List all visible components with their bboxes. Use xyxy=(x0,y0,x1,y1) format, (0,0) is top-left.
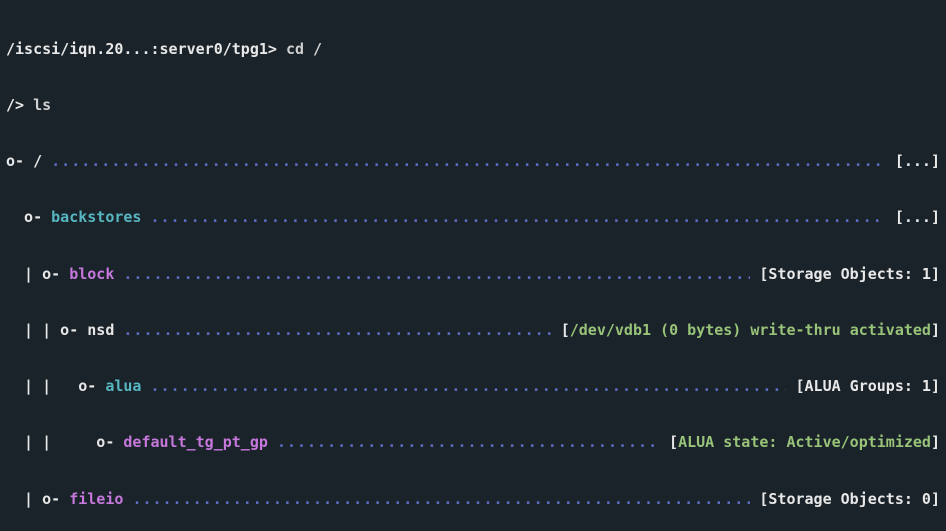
tree-prefix: | | o- xyxy=(6,377,105,396)
tree-info: [Storage Objects: 0] xyxy=(750,490,940,509)
tree-row-fileio: | o- fileio ............................… xyxy=(6,490,940,509)
tree-label: / xyxy=(33,152,51,171)
tree-info: [ xyxy=(660,433,678,452)
tree-info: [...] xyxy=(886,208,940,227)
tree-prefix: | o- xyxy=(6,265,69,284)
tree-info-status: ALUA state: Active/optimized xyxy=(678,433,931,452)
tree-info: [ALUA Groups: 1] xyxy=(786,377,940,396)
tree-prefix: o- xyxy=(6,208,51,227)
prompt-path: /> xyxy=(6,96,24,115)
tree-row-nsd: | | o- nsd .............................… xyxy=(6,321,940,340)
tree-row-block: | o- block .............................… xyxy=(6,265,940,284)
tree-label: nsd xyxy=(87,321,123,340)
tree-prefix: | o- xyxy=(6,490,69,509)
tree-info-close: ] xyxy=(931,321,940,340)
prompt-path: /iscsi/iqn.20...:server0/tpg1> xyxy=(6,40,277,59)
prompt-line-1: /iscsi/iqn.20...:server0/tpg1> cd / xyxy=(6,40,940,59)
tree-row-alua: | | o- alua ............................… xyxy=(6,377,940,396)
tree-label: backstores xyxy=(51,208,150,227)
prompt-line-2: /> ls xyxy=(6,96,940,115)
tree-label: alua xyxy=(105,377,150,396)
tree-row-default-tg: | | o- default_tg_pt_gp ................… xyxy=(6,433,940,452)
tree-info: [Storage Objects: 1] xyxy=(750,265,940,284)
tree-prefix: | | o- xyxy=(6,433,123,452)
tree-dots: ........................................… xyxy=(151,377,787,396)
tree-row-root: o- / ...................................… xyxy=(6,152,940,171)
tree-dots: ........................................… xyxy=(151,208,886,227)
tree-label: default_tg_pt_gp xyxy=(123,433,277,452)
tree-label: block xyxy=(69,265,123,284)
tree-dots: ........................................… xyxy=(132,490,750,509)
tree-prefix: o- xyxy=(6,152,33,171)
tree-dots: ........................................… xyxy=(123,321,551,340)
tree-info: [ xyxy=(552,321,570,340)
tree-info-status: /dev/vdb1 (0 bytes) write-thru activated xyxy=(570,321,931,340)
prompt-cmd: ls xyxy=(24,96,51,115)
tree-dots: ........................................… xyxy=(51,152,886,171)
tree-row-backstores: o- backstores ..........................… xyxy=(6,208,940,227)
tree-label: fileio xyxy=(69,490,132,509)
tree-dots: ........................................… xyxy=(277,433,660,452)
prompt-cmd: cd / xyxy=(277,40,322,59)
tree-info: [...] xyxy=(886,152,940,171)
tree-dots: ........................................… xyxy=(123,265,750,284)
tree-prefix: | | o- xyxy=(6,321,87,340)
tree-info-close: ] xyxy=(931,433,940,452)
terminal-window[interactable]: /iscsi/iqn.20...:server0/tpg1> cd / /> l… xyxy=(0,0,946,531)
